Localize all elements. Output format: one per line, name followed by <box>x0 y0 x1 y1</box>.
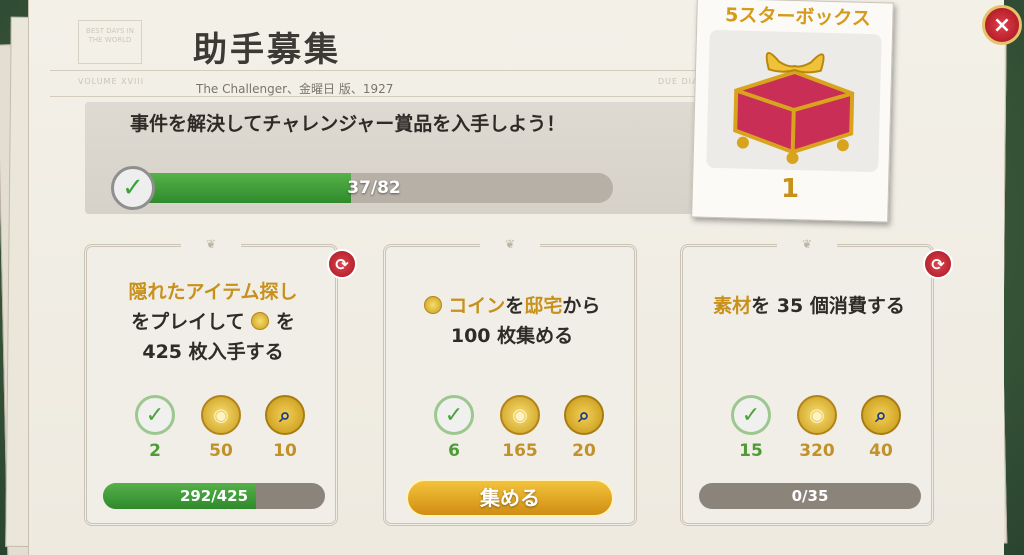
task-card-consume-materials: ❦ ⟳ 素材を 35 個消費する ✓ 15 ◉ 320 ⌕ 40 0/35 <box>680 237 953 526</box>
card-ornament: ❦ <box>777 237 837 251</box>
coin-icon: ◉ <box>201 395 241 435</box>
task-card-hidden-object: ❦ ⟳ 隠れたアイテム探し をプレイして を 425 枚入手する ✓ 2 ◉ 5… <box>84 237 357 526</box>
reward-value: 2 <box>149 441 161 461</box>
page-subtitle: The Challenger、金曜日 版、1927 <box>196 82 394 96</box>
reward-item: ◉ 50 <box>191 395 251 461</box>
reward-item: ⌕ 20 <box>554 395 614 461</box>
masthead-left-text: BEST DAYS IN THE WORLD <box>86 27 134 44</box>
reward-value: 15 <box>739 441 763 461</box>
reward-value: 20 <box>572 441 596 461</box>
reward-value: 320 <box>799 441 835 461</box>
reward-value: 10 <box>273 441 297 461</box>
masthead-left-box: BEST DAYS IN THE WORLD <box>78 20 142 64</box>
task-progress-bar: 292/425 <box>103 483 325 509</box>
masthead-left-side: VOLUME XVIII <box>78 77 145 86</box>
page-title: 助手募集 <box>193 30 341 70</box>
reward-value: 6 <box>448 441 460 461</box>
refresh-icon: ⟳ <box>335 254 349 274</box>
check-plus-icon: ✓ <box>434 395 474 435</box>
refresh-icon: ⟳ <box>931 254 945 274</box>
task-highlight: 隠れたアイテム探し <box>128 281 298 303</box>
task-card-collect-coins: ❦ コインを邸宅から 100 枚集める ✓ 6 ◉ 165 ⌕ 20 集める <box>383 237 637 526</box>
check-plus-icon: ✓ <box>135 395 175 435</box>
reward-value: 40 <box>869 441 893 461</box>
reward-item: ✓ 2 <box>125 395 185 461</box>
close-icon: × <box>992 12 1012 38</box>
reward-item: ◉ 320 <box>787 395 847 461</box>
task-text: 425 枚入手する <box>142 341 284 363</box>
task-progress-text: 292/425 <box>179 487 249 505</box>
task-text: を 35 個消費する <box>751 295 905 317</box>
magnifier-badge-icon: ⌕ <box>564 395 604 435</box>
gift-box-illustration <box>733 52 855 164</box>
coin-icon <box>251 312 270 330</box>
task-text: を <box>505 295 525 317</box>
close-button[interactable]: × <box>982 5 1022 45</box>
task-text: をプレイして <box>131 311 245 333</box>
magnifier-badge-icon: ⌕ <box>861 395 901 435</box>
coin-icon <box>423 296 442 314</box>
card-ornament: ❦ <box>181 237 241 251</box>
reward-box-count: 1 <box>780 174 800 204</box>
reward-value: 165 <box>502 441 538 461</box>
check-icon: ✓ <box>111 166 155 210</box>
coin-icon: ◉ <box>500 395 540 435</box>
task-rewards: ✓ 15 ◉ 320 ⌕ 40 <box>683 395 931 465</box>
coin-icon: ◉ <box>797 395 837 435</box>
task-highlight: 邸宅 <box>524 295 563 317</box>
reward-item: ⌕ 10 <box>255 395 315 461</box>
magnifier-badge-icon: ⌕ <box>265 395 305 435</box>
main-progress-text: 37/82 <box>347 178 401 198</box>
task-rewards: ✓ 6 ◉ 165 ⌕ 20 <box>386 395 634 465</box>
refresh-button[interactable]: ⟳ <box>327 249 357 279</box>
reward-item: ⌕ 40 <box>851 395 911 461</box>
task-text: を <box>275 311 295 333</box>
task-progress-text: 0/35 <box>791 487 829 505</box>
masthead-rule <box>50 70 695 71</box>
task-rewards: ✓ 2 ◉ 50 ⌕ 10 <box>87 395 335 465</box>
reward-item: ✓ 6 <box>424 395 484 461</box>
task-description: コインを邸宅から 100 枚集める <box>404 291 620 351</box>
card-ornament: ❦ <box>480 237 540 251</box>
task-highlight: 素材 <box>713 295 752 317</box>
collect-button[interactable]: 集める <box>406 479 614 517</box>
task-progress-bar: 0/35 <box>699 483 921 509</box>
main-progress-bar: 37/82 <box>135 173 613 203</box>
reward-item: ◉ 165 <box>490 395 550 461</box>
task-description: 素材を 35 個消費する <box>701 291 917 321</box>
gift-box-icon <box>706 29 882 173</box>
refresh-button[interactable]: ⟳ <box>923 249 953 279</box>
task-description: 隠れたアイテム探し をプレイして を 425 枚入手する <box>105 277 321 367</box>
task-highlight: コイン <box>448 295 506 317</box>
reward-item: ✓ 15 <box>721 395 781 461</box>
reward-box-title: 5スターボックス <box>724 4 872 30</box>
main-goal-text: 事件を解決してチャレンジャー賞品を入手しよう！ <box>130 113 566 135</box>
reward-value: 50 <box>209 441 233 461</box>
check-plus-icon: ✓ <box>731 395 771 435</box>
